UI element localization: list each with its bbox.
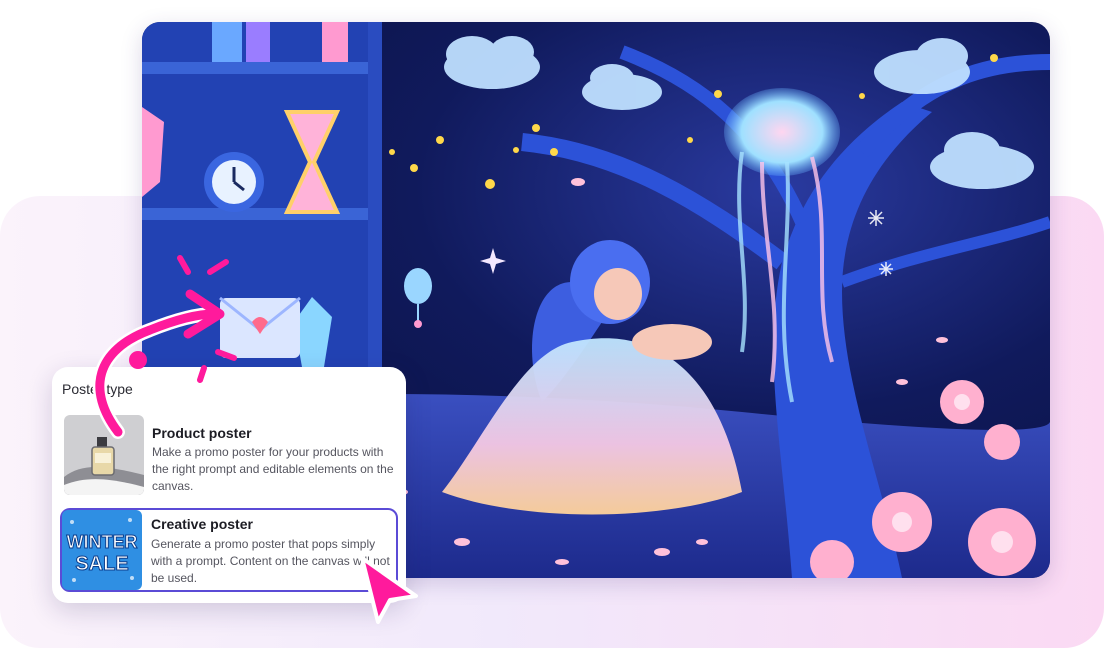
thumbnail-text-sale: SALE [75, 553, 128, 575]
creative-poster-title: Creative poster [151, 516, 253, 532]
creative-poster-thumbnail: WINTER SALE [62, 510, 142, 590]
product-poster-title: Product poster [152, 425, 252, 441]
thumbnail-text-winter: WINTER [67, 532, 138, 552]
panel-title: Poster type [62, 381, 133, 397]
poster-type-panel: Poster type Product poster Make a promo … [52, 367, 406, 603]
product-poster-description: Make a promo poster for your products wi… [152, 445, 394, 493]
creative-poster-option[interactable]: WINTER SALE Creative poster Generate a p… [60, 508, 398, 592]
product-poster-thumbnail [64, 415, 144, 495]
product-poster-option[interactable]: Product poster Make a promo poster for y… [60, 411, 398, 495]
creative-poster-description: Generate a promo poster that pops simply… [151, 537, 390, 585]
